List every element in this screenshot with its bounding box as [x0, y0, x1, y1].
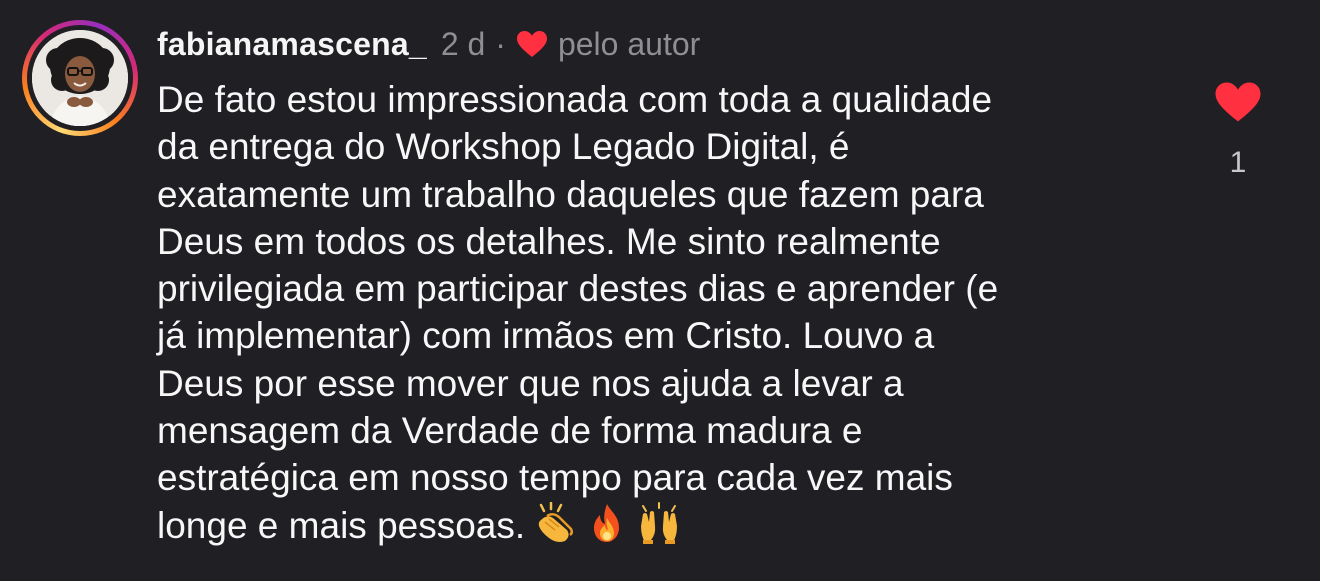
avatar-gap — [27, 25, 133, 131]
like-button[interactable] — [1198, 76, 1278, 132]
comment-line: De fato estou impressionada com toda a q… — [157, 79, 993, 120]
comment-line: já implementar) com irmãos em Cristo. Lo… — [157, 315, 935, 357]
heart-filled-icon — [1214, 81, 1262, 128]
comment-time: 2 d — [440, 25, 486, 62]
clapping-hands-icon — [533, 501, 577, 544]
avatar-story-ring[interactable] — [22, 20, 138, 136]
comment-body: De fato estou impressionada com toda a q… — [157, 76, 1167, 549]
like-count[interactable]: 1 — [1198, 146, 1278, 180]
raising-hands-icon — [637, 501, 681, 544]
username-link[interactable]: fabianamascena_ — [157, 26, 427, 63]
comment-line: estratégica em nosso tempo para cada vez… — [157, 457, 953, 499]
avatar-image — [32, 30, 128, 126]
comment-header: fabianamascena_ 2 d · pelo autor — [157, 22, 700, 66]
comment-line: Deus em todos os detalhes. Me sinto real… — [157, 220, 941, 262]
avatar[interactable] — [32, 30, 128, 126]
comment-line: privilegiada em participar destes dias e… — [157, 268, 999, 310]
comment-line: longe e mais pessoas. — [157, 504, 526, 546]
comment-line: Deus por esse mover que nos ajuda a leva… — [157, 362, 904, 404]
fire-icon — [585, 502, 629, 544]
like-column: 1 — [1198, 76, 1278, 180]
separator-dot: · — [495, 25, 506, 62]
comment: fabianamascena_ 2 d · pelo autor De fato… — [0, 0, 1320, 581]
liked-by-author-label: pelo autor — [557, 25, 701, 62]
comment-line: exatamente um trabalho daqueles que faze… — [157, 173, 984, 215]
comment-last-line: longe e mais pessoas. — [157, 501, 1167, 549]
liked-by-author-heart-icon — [516, 30, 548, 58]
comment-line: da entrega do Workshop Legado Digital, é — [157, 126, 850, 168]
comment-line: mensagem da Verdade de forma madura e — [157, 410, 863, 452]
